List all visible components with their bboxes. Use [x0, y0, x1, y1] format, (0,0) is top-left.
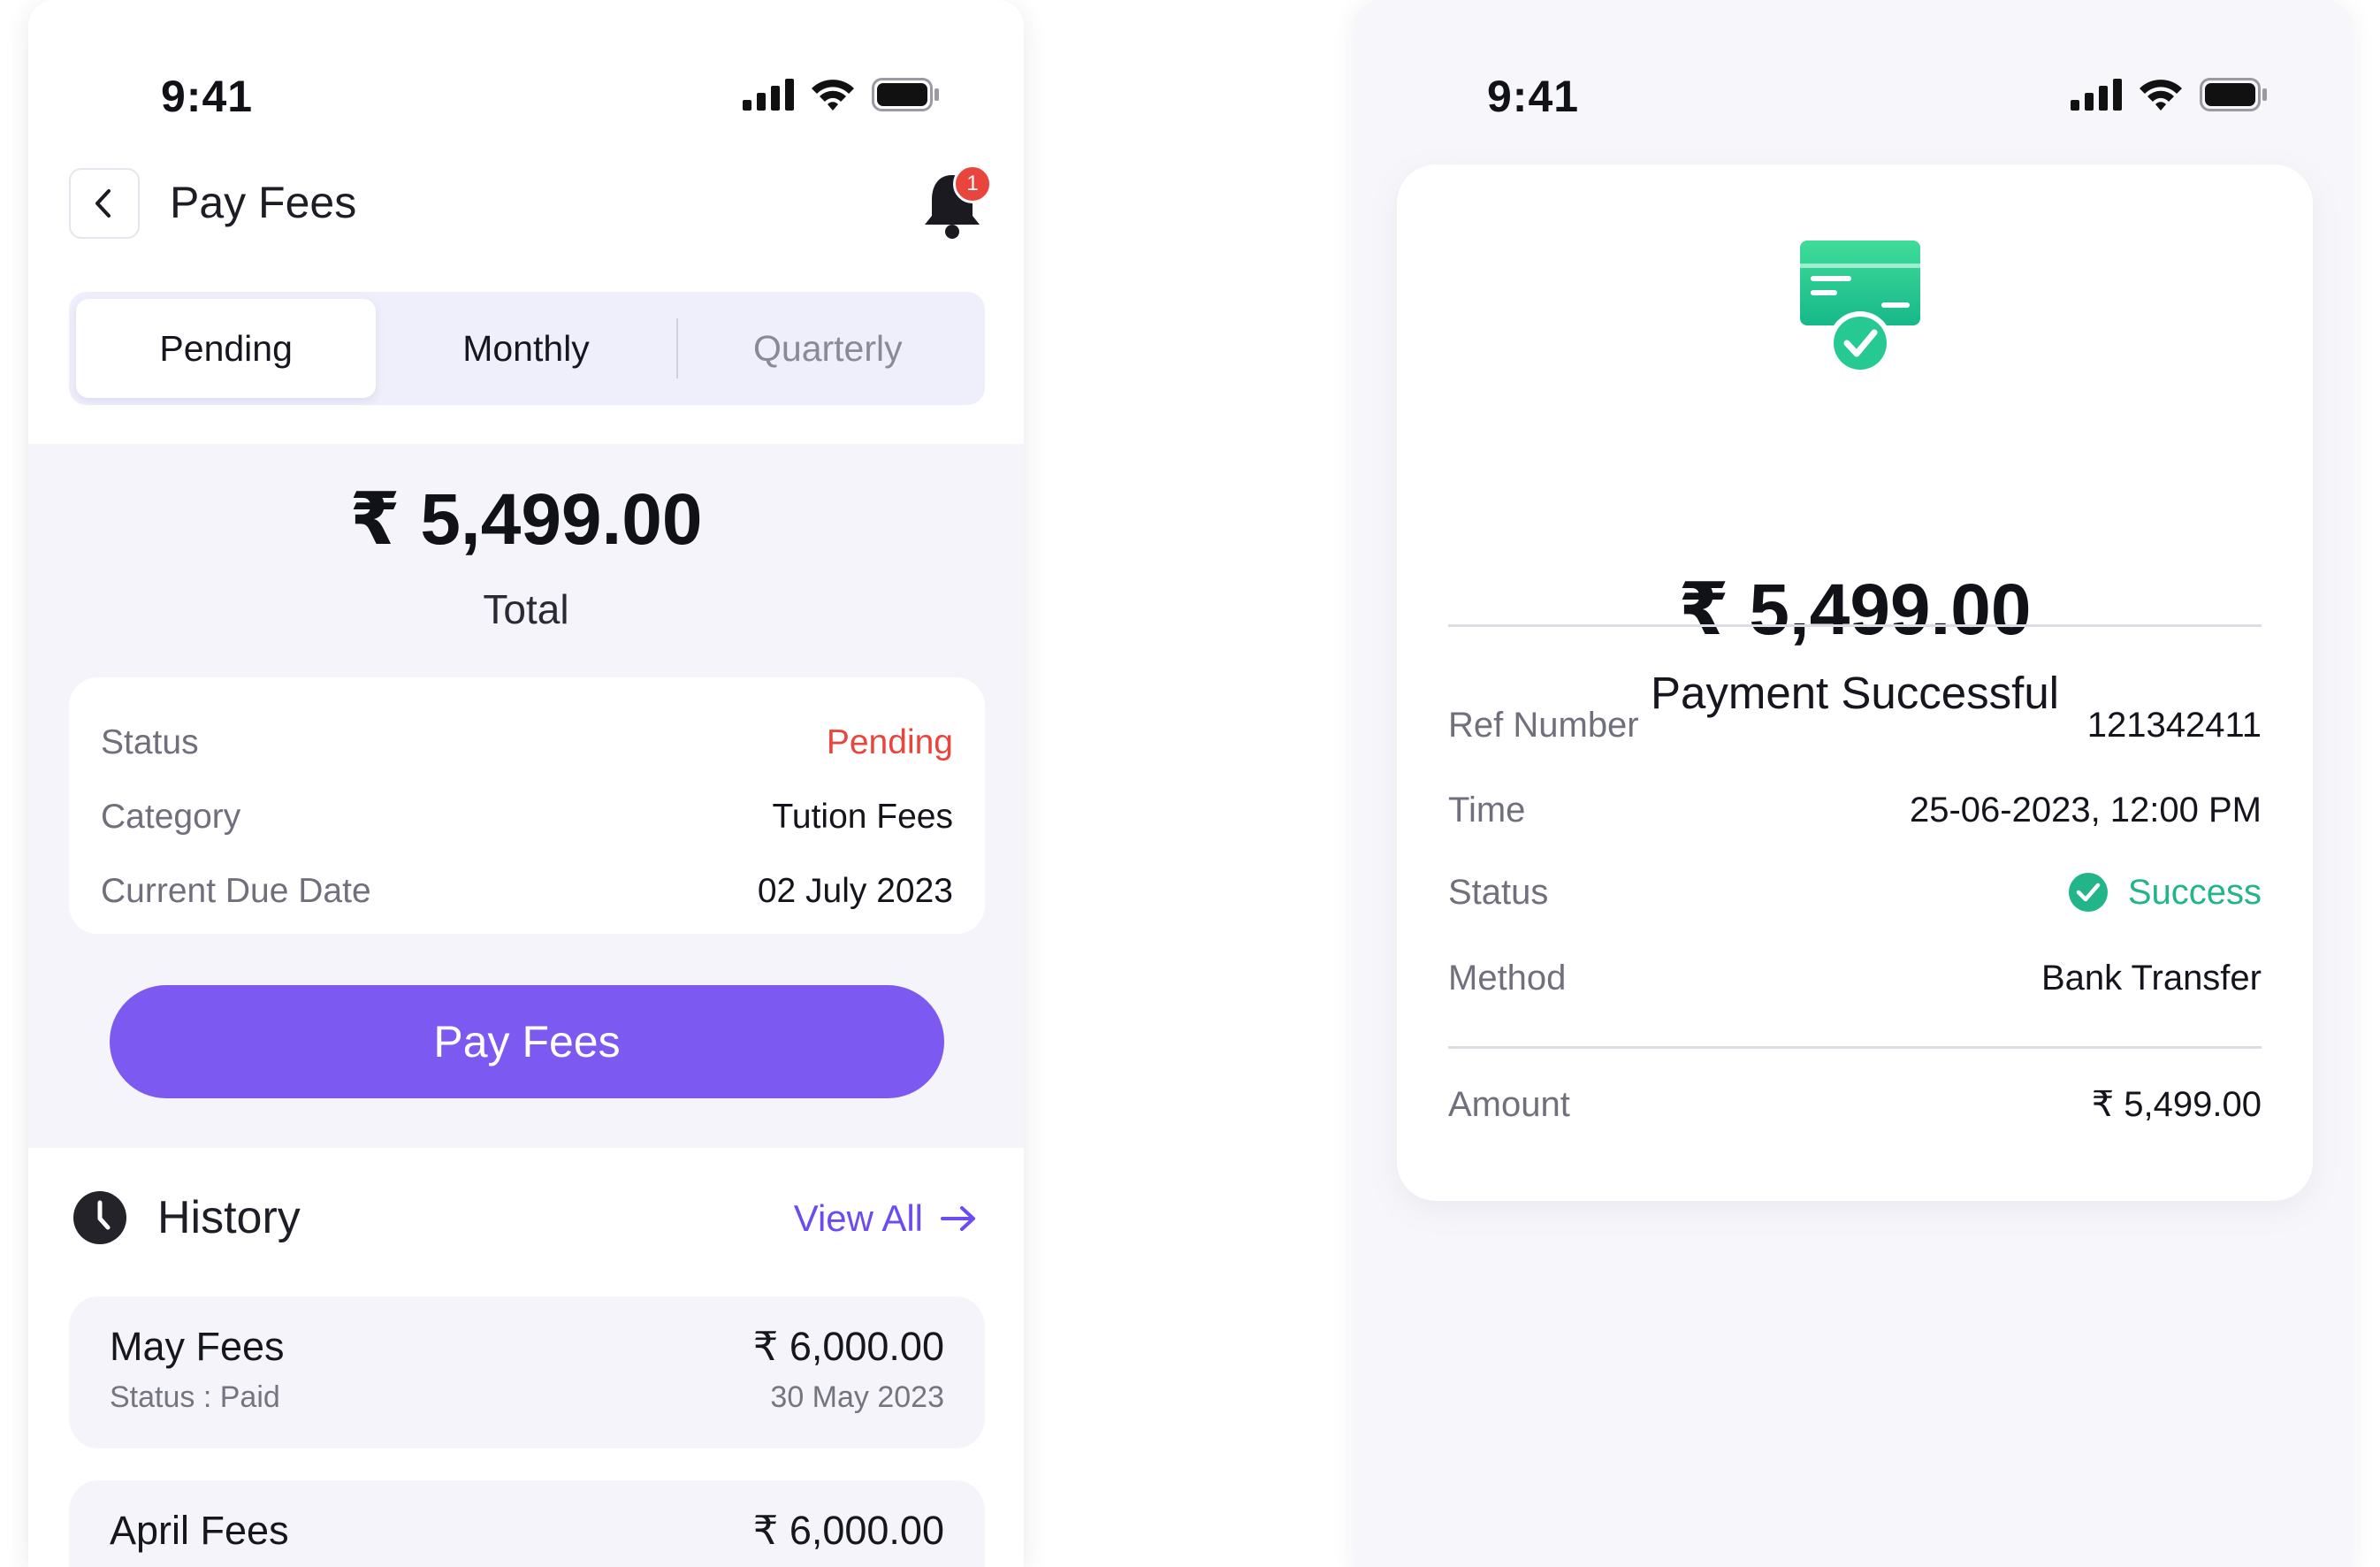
history-title: History	[157, 1192, 301, 1243]
category-value: Tution Fees	[772, 798, 953, 836]
ref-number-value: 121342411	[2086, 706, 2262, 745]
wifi-icon	[812, 80, 854, 111]
battery-icon	[872, 78, 939, 111]
tab-quarterly[interactable]: Quarterly	[678, 299, 978, 398]
detail-label: Current Due Date	[101, 872, 371, 910]
amount-value: ₹ 5,499.00	[2091, 1085, 2262, 1124]
view-all-label: View All	[793, 1197, 923, 1239]
receipt-row-amount: Amount ₹ 5,499.00	[1448, 1084, 2262, 1125]
detail-row-status: Status Pending	[101, 706, 953, 780]
tab-monthly[interactable]: Monthly	[376, 299, 675, 398]
signal-icon	[743, 79, 794, 111]
notification-badge: 1	[953, 164, 992, 203]
receipt-label: Amount	[1448, 1084, 1570, 1124]
check-circle-icon	[2068, 873, 2108, 912]
receipt-row-ref: Ref Number 121342411	[1448, 706, 2262, 745]
tab-pending[interactable]: Pending	[76, 299, 377, 398]
history-item-amount: ₹ 6,000.00	[752, 1324, 944, 1369]
history-item[interactable]: April Fees ₹ 6,000.00	[69, 1480, 985, 1567]
detail-label: Category	[101, 798, 241, 836]
receipt-row-method: Method Bank Transfer	[1448, 959, 2262, 998]
receipt-label: Method	[1448, 959, 1567, 998]
notification-button[interactable]: 1	[918, 164, 997, 244]
arrow-right-icon	[941, 1206, 975, 1231]
history-header: History	[72, 1190, 301, 1245]
history-item-name: May Fees	[110, 1324, 285, 1369]
due-date-value: 02 July 2023	[757, 872, 953, 910]
wifi-icon	[2140, 80, 2182, 111]
status-icons	[743, 78, 941, 111]
card-check-icon	[1800, 241, 1920, 375]
status-value: Success	[2127, 872, 2262, 912]
receipt-row-status: Status Success	[1448, 872, 2262, 913]
detail-label: Status	[101, 723, 199, 761]
status-time: 9:41	[161, 72, 254, 121]
history-item-name: April Fees	[110, 1508, 289, 1553]
status-icons	[2071, 78, 2269, 111]
total-label: Total	[483, 586, 569, 632]
clock-icon	[73, 1191, 126, 1244]
receipt-label: Ref Number	[1448, 706, 1639, 745]
back-chevron-icon	[95, 189, 111, 218]
divider	[1448, 624, 2262, 627]
view-all-link[interactable]: View All	[794, 1197, 976, 1240]
history-item-amount: ₹ 6,000.00	[752, 1508, 944, 1553]
history-item-status: Status : Paid	[110, 1380, 280, 1414]
pay-fees-button[interactable]: Pay Fees	[110, 985, 944, 1098]
detail-row-category: Category Tution Fees	[101, 780, 953, 854]
divider	[1448, 1046, 2262, 1049]
time-value: 25-06-2023, 12:00 PM	[1909, 791, 2262, 829]
method-value: Bank Transfer	[2041, 959, 2262, 998]
receipt-label: Status	[1448, 872, 1549, 912]
payment-success-screen: 9:41 ₹ 5,499.00 Payment Successful Ref N…	[1354, 0, 2352, 1567]
detail-row-due-date: Current Due Date 02 July 2023	[101, 854, 953, 929]
receipt-card: ₹ 5,499.00 Payment Successful Ref Number…	[1397, 164, 2313, 1201]
payment-amount: ₹ 5,499.00	[1678, 569, 2032, 650]
status-time: 9:41	[1487, 72, 1580, 121]
battery-icon	[2200, 78, 2267, 111]
history-item[interactable]: May Fees ₹ 6,000.00 Status : Paid 30 May…	[69, 1296, 985, 1449]
signal-icon	[2071, 79, 2122, 111]
pay-fees-screen: 9:41 Pay Fees 1 Pending Monthly Quarterl…	[28, 0, 1024, 1567]
history-item-date: 30 May 2023	[770, 1380, 944, 1414]
status-value: Pending	[826, 723, 953, 761]
total-amount: ₹ 5,499.00	[349, 479, 703, 560]
receipt-label: Time	[1448, 791, 1526, 829]
success-status: Success	[2068, 872, 2262, 913]
fee-period-tabs: Pending Monthly Quarterly	[69, 292, 985, 405]
page-title: Pay Fees	[170, 178, 357, 227]
back-button[interactable]	[69, 168, 140, 239]
fee-details-card: Status Pending Category Tution Fees Curr…	[69, 677, 985, 934]
receipt-row-time: Time 25-06-2023, 12:00 PM	[1448, 791, 2262, 830]
